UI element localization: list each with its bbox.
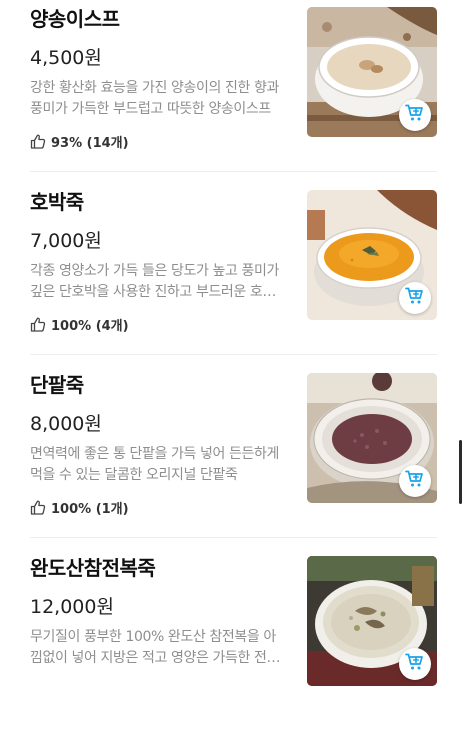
menu-item-abalone-porridge[interactable]: 완도산참전복죽 12,000원 무기질이 풍부한 100% 완도산 참전복을 아… xyxy=(0,549,466,732)
item-divider xyxy=(30,537,437,538)
menu-item-photo[interactable] xyxy=(307,190,437,320)
menu-item-photo[interactable] xyxy=(307,556,437,686)
add-to-cart-button[interactable] xyxy=(399,282,431,314)
add-to-cart-button[interactable] xyxy=(399,465,431,497)
thumbs-up-icon xyxy=(30,317,46,332)
menu-item-price: 12,000원 xyxy=(30,596,114,618)
menu-item-description: 면역력에 좋은 통 단팥을 가득 넣어 든든하게 먹을 수 있는 달콤한 오리지… xyxy=(30,446,279,483)
menu-item-description: 강한 황산화 효능을 가진 양송이의 진한 향과 풍미가 가득한 부드럽고 따뜻… xyxy=(30,80,279,117)
cart-add-icon xyxy=(405,287,425,309)
menu-item-description: 각종 영양소가 가득 들은 당도가 높고 풍미가 깊은 단호박을 사용한 진하고… xyxy=(30,263,279,300)
menu-item-name: 완도산참전복죽 xyxy=(30,556,156,580)
rating-text: 100% (4개) xyxy=(51,318,129,334)
menu-item-photo[interactable] xyxy=(307,7,437,137)
thumbs-up-icon xyxy=(30,500,46,515)
menu-item-rating: 100% (4개) xyxy=(30,316,129,334)
rating-text: 100% (1개) xyxy=(51,501,129,517)
scrollbar-thumb[interactable] xyxy=(459,440,462,504)
menu-item-red-bean-porridge[interactable]: 단팥죽 8,000원 면역력에 좋은 통 단팥을 가득 넣어 든든하게 먹을 수… xyxy=(0,366,466,549)
cart-add-icon xyxy=(405,470,425,492)
menu-item-mushroom-soup[interactable]: 양송이스프 4,500원 강한 황산화 효능을 가진 양송이의 진한 향과 풍미… xyxy=(0,0,466,183)
cart-add-icon xyxy=(405,104,425,126)
rating-text: 93% (14개) xyxy=(51,135,129,151)
item-divider xyxy=(30,171,437,172)
menu-item-description: 무기질이 풍부한 100% 완도산 참전복을 아낌없이 넣어 지방은 적고 영양… xyxy=(30,629,279,666)
menu-item-price: 8,000원 xyxy=(30,413,102,435)
cart-add-icon xyxy=(405,653,425,675)
menu-item-pumpkin-porridge[interactable]: 호박죽 7,000원 각종 영양소가 가득 들은 당도가 높고 풍미가 깊은 단… xyxy=(0,183,466,366)
menu-item-name: 단팥죽 xyxy=(30,373,84,397)
menu-item-rating: 100% (1개) xyxy=(30,499,129,517)
menu-item-photo[interactable] xyxy=(307,373,437,503)
add-to-cart-button[interactable] xyxy=(399,648,431,680)
thumbs-up-icon xyxy=(30,134,46,149)
add-to-cart-button[interactable] xyxy=(399,99,431,131)
menu-item-price: 4,500원 xyxy=(30,47,102,69)
menu-item-name: 호박죽 xyxy=(30,190,84,214)
menu-item-rating: 93% (14개) xyxy=(30,133,129,151)
item-divider xyxy=(30,354,437,355)
menu-item-name: 양송이스프 xyxy=(30,7,120,31)
menu-item-price: 7,000원 xyxy=(30,230,102,252)
